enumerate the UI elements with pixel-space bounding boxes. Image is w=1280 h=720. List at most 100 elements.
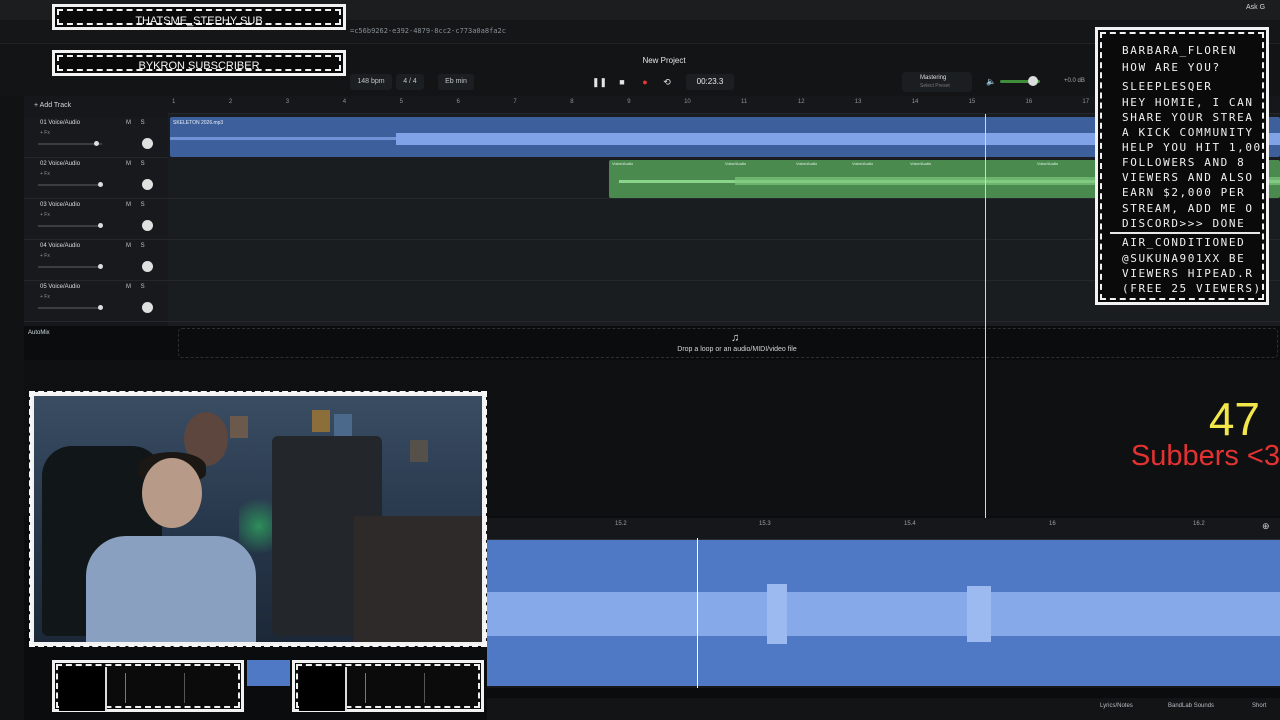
pan-knob[interactable] <box>142 302 153 313</box>
track-volume-knob[interactable] <box>98 223 103 228</box>
ruler-tick: 17 <box>1082 99 1090 105</box>
pan-knob[interactable] <box>142 261 153 272</box>
speaker-icon[interactable]: 🔈 <box>986 77 996 86</box>
editor-ruler[interactable] <box>487 518 1280 540</box>
track-row[interactable]: 05 Voice/Audio + Fx M S <box>24 281 168 322</box>
chat-message-line: @SUKUNA901XX BE <box>1122 252 1246 265</box>
track-volume-knob[interactable] <box>98 305 103 310</box>
overlay-thumbnail <box>292 660 484 712</box>
drop-zone[interactable] <box>178 328 1278 358</box>
ruler-tick: 13 <box>854 99 862 105</box>
mute-solo-buttons[interactable]: M S <box>126 284 149 290</box>
fx-button[interactable]: + Fx <box>40 130 50 136</box>
mastering-preset: Select Preset <box>920 83 950 89</box>
track-name[interactable]: 05 Voice/Audio <box>40 284 80 290</box>
sub-goal-label: Subbers <3 <box>1130 440 1280 472</box>
track-row[interactable]: 01 Voice/Audio + Fx M S <box>24 117 168 158</box>
track-name[interactable]: 04 Voice/Audio <box>40 243 80 249</box>
mute-solo-buttons[interactable]: M S <box>126 120 149 126</box>
track-volume-knob[interactable] <box>98 264 103 269</box>
key-field[interactable]: Eb min <box>438 74 474 90</box>
chat-message-line: SHARE YOUR STREA <box>1122 111 1254 124</box>
chat-message-line: HOW ARE YOU? <box>1122 61 1221 74</box>
chat-message-line: A KICK COMMUNITY <box>1122 126 1254 139</box>
ruler-tick: 1 <box>172 99 176 105</box>
lyrics-notes-button[interactable]: Lyrics/Notes <box>1100 703 1133 709</box>
mute-solo-buttons[interactable]: M S <box>126 161 149 167</box>
project-title[interactable]: New Project <box>600 56 728 65</box>
add-track-button[interactable]: + Add Track <box>34 102 71 109</box>
sub-alert-text: BYKRON SUBSCRIBER <box>138 60 260 72</box>
sub-alert-text: THATSME_STEPHY SUB <box>135 15 263 27</box>
playhead[interactable] <box>985 114 986 518</box>
track-volume-knob[interactable] <box>98 182 103 187</box>
desk <box>354 516 482 642</box>
clip-label: Voice/Audio <box>1037 161 1059 166</box>
master-volume-knob[interactable] <box>1028 76 1038 86</box>
time-signature-field[interactable]: 4 / 4 <box>396 74 424 90</box>
chat-message-line: STREAM, ADD ME O <box>1122 202 1254 215</box>
ruler-tick: 8 <box>570 99 574 105</box>
track-row[interactable]: 03 Voice/Audio + Fx M S <box>24 199 168 240</box>
chat-message-line: EARN $2,000 PER <box>1122 186 1246 199</box>
bandlab-sounds-button[interactable]: BandLab Sounds <box>1168 703 1214 709</box>
chat-message-line: FOLLOWERS AND 8 <box>1122 156 1246 169</box>
thumb-graphic <box>365 673 425 703</box>
track-volume-slider[interactable] <box>38 184 102 186</box>
fx-button[interactable]: + Fx <box>40 253 50 259</box>
track-volume-slider[interactable] <box>38 266 102 268</box>
chat-message-line: DISCORD>>> DONE <box>1122 217 1246 230</box>
sub-count: 47 <box>1208 393 1260 445</box>
chat-message-line: (FREE 25 VIEWERS) <box>1122 282 1262 295</box>
left-edge <box>0 44 24 720</box>
editor-tick: 15.3 <box>759 521 771 527</box>
chat-message-line: HEY HOMIE, I CAN <box>1122 96 1254 109</box>
track-row[interactable]: 04 Voice/Audio + Fx M S <box>24 240 168 281</box>
output-db: +0.0 dB <box>1064 78 1085 84</box>
fx-button[interactable]: + Fx <box>40 294 50 300</box>
track-name[interactable]: 02 Voice/Audio <box>40 161 80 167</box>
mastering-button[interactable]: Mastering Select Preset <box>902 72 972 92</box>
track-name[interactable]: 03 Voice/Audio <box>40 202 80 208</box>
editor-tick: 15.4 <box>904 521 916 527</box>
ruler-tick: 16 <box>1025 99 1033 105</box>
bpm-field[interactable]: 148 bpm <box>350 74 392 90</box>
mastering-label: Mastering <box>920 75 947 81</box>
editor-waveform[interactable] <box>487 540 1280 686</box>
track-row[interactable]: 02 Voice/Audio + Fx M S <box>24 158 168 199</box>
track-volume-knob[interactable] <box>94 141 99 146</box>
pause-icon[interactable]: ❚❚ <box>592 74 607 90</box>
loop-icon[interactable]: ⟲ <box>660 74 674 90</box>
ask-button[interactable]: Ask G <box>1246 4 1265 11</box>
poster <box>230 416 248 438</box>
zoom-icon[interactable]: ⊕ <box>1262 521 1270 532</box>
bottom-bar <box>487 698 1280 720</box>
pan-knob[interactable] <box>142 220 153 231</box>
clip-label: Voice/Audio <box>612 161 634 166</box>
mute-solo-buttons[interactable]: M S <box>126 202 149 208</box>
thumb-graphic <box>125 673 185 703</box>
pan-knob[interactable] <box>142 179 153 190</box>
mute-solo-buttons[interactable]: M S <box>126 243 149 249</box>
ruler-tick: 4 <box>342 99 347 105</box>
pan-knob[interactable] <box>142 138 153 149</box>
track-name[interactable]: 01 Voice/Audio <box>40 120 80 126</box>
shortcuts-button[interactable]: Short <box>1252 703 1266 709</box>
automix-label[interactable]: AutoMix <box>28 330 50 336</box>
track-volume-slider[interactable] <box>38 225 102 227</box>
ruler-tick: 11 <box>741 99 748 105</box>
fx-button[interactable]: + Fx <box>40 171 50 177</box>
ruler-tick: 5 <box>399 99 403 105</box>
url-text[interactable]: =c56b9262-e392-4879-8cc2-c773a0a8fa2c <box>350 27 506 35</box>
editor-tick: 16 <box>1049 521 1056 527</box>
person-shirt <box>86 536 256 642</box>
webcam-frame <box>29 391 487 647</box>
track-volume-slider[interactable] <box>38 307 102 309</box>
record-icon[interactable]: ● <box>638 74 652 90</box>
stop-icon[interactable]: ■ <box>615 74 629 90</box>
ruler-tick: 14 <box>911 99 919 105</box>
track-volume-slider[interactable] <box>38 143 102 145</box>
clip-label: Voice/Audio <box>796 161 818 166</box>
editor-playhead[interactable] <box>697 538 698 688</box>
fx-button[interactable]: + Fx <box>40 212 50 218</box>
